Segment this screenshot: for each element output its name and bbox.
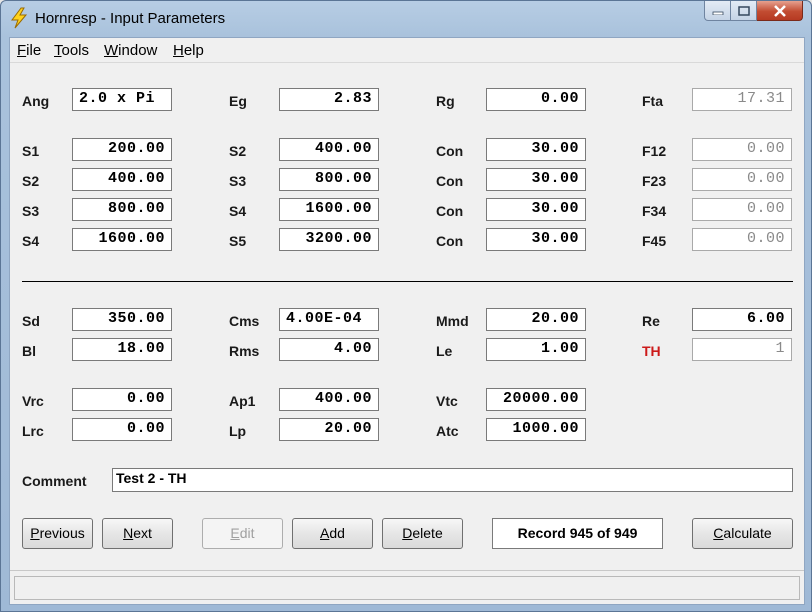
- add-button[interactable]: Add: [292, 518, 373, 549]
- field-s2[interactable]: 400.00: [72, 168, 172, 191]
- field-ang[interactable]: 2.0 x Pi: [72, 88, 172, 111]
- label-s3: S3: [22, 203, 40, 219]
- menu-bar: File Tools Window Help: [10, 38, 804, 63]
- field-con-1[interactable]: 30.00: [486, 138, 586, 161]
- field-bl[interactable]: 18.00: [72, 338, 172, 361]
- label-con-1: Con: [436, 143, 464, 159]
- maximize-icon: [737, 5, 750, 16]
- label-s5: S5: [229, 233, 247, 249]
- label-s2-right: S2: [229, 143, 247, 159]
- field-lp[interactable]: 20.00: [279, 418, 379, 441]
- maximize-button[interactable]: [731, 1, 757, 21]
- label-th: TH: [642, 343, 661, 359]
- menu-help[interactable]: Help: [173, 42, 204, 59]
- label-con-3: Con: [436, 203, 464, 219]
- record-indicator: Record 945 of 949: [492, 518, 663, 549]
- window-title: Hornresp - Input Parameters: [35, 10, 226, 27]
- lightning-bolt-icon: [9, 7, 29, 29]
- label-f12: F12: [642, 143, 667, 159]
- next-button[interactable]: Next: [102, 518, 173, 549]
- statusbar-separator: [10, 570, 804, 571]
- label-rms: Rms: [229, 343, 260, 359]
- minimize-icon: [712, 11, 723, 15]
- app-window: Hornresp - Input Parameters File Tools W…: [0, 0, 812, 612]
- field-s5[interactable]: 3200.00: [279, 228, 379, 251]
- close-button[interactable]: [757, 1, 803, 21]
- field-s3-right[interactable]: 800.00: [279, 168, 379, 191]
- label-s1: S1: [22, 143, 40, 159]
- label-atc: Atc: [436, 423, 459, 439]
- field-vrc[interactable]: 0.00: [72, 388, 172, 411]
- label-cms: Cms: [229, 313, 260, 329]
- field-con-4[interactable]: 30.00: [486, 228, 586, 251]
- label-vtc: Vtc: [436, 393, 458, 409]
- calculate-button[interactable]: Calculate: [692, 518, 793, 549]
- label-mmd: Mmd: [436, 313, 469, 329]
- field-eg[interactable]: 2.83: [279, 88, 379, 111]
- delete-button[interactable]: Delete: [382, 518, 463, 549]
- field-mmd[interactable]: 20.00: [486, 308, 586, 331]
- field-rg[interactable]: 0.00: [486, 88, 586, 111]
- label-lp: Lp: [229, 423, 247, 439]
- field-sd[interactable]: 350.00: [72, 308, 172, 331]
- label-f23: F23: [642, 173, 667, 189]
- label-eg: Eg: [229, 93, 247, 109]
- field-cms[interactable]: 4.00E-04: [279, 308, 379, 331]
- field-f23: 0.00: [692, 168, 792, 191]
- label-s3-right: S3: [229, 173, 247, 189]
- menu-window[interactable]: Window: [104, 42, 157, 59]
- label-s2: S2: [22, 173, 40, 189]
- field-f12: 0.00: [692, 138, 792, 161]
- status-bar: [14, 576, 800, 600]
- field-f34: 0.00: [692, 198, 792, 221]
- section-divider: [22, 281, 793, 282]
- client-area: File Tools Window Help Ang 2.0 x Pi Eg 2…: [9, 37, 805, 605]
- label-le: Le: [436, 343, 453, 359]
- caption-buttons: [704, 1, 803, 23]
- field-fta: 17.31: [692, 88, 792, 111]
- field-s2-right[interactable]: 400.00: [279, 138, 379, 161]
- label-ap1: Ap1: [229, 393, 256, 409]
- previous-button[interactable]: Previous: [22, 518, 93, 549]
- label-ang: Ang: [22, 93, 50, 109]
- label-lrc: Lrc: [22, 423, 44, 439]
- label-s4: S4: [22, 233, 40, 249]
- field-f45: 0.00: [692, 228, 792, 251]
- close-icon: [773, 4, 786, 17]
- menu-file[interactable]: File: [17, 42, 41, 59]
- field-ap1[interactable]: 400.00: [279, 388, 379, 411]
- field-le[interactable]: 1.00: [486, 338, 586, 361]
- label-rg: Rg: [436, 93, 455, 109]
- label-vrc: Vrc: [22, 393, 44, 409]
- minimize-button[interactable]: [704, 1, 731, 21]
- field-s3[interactable]: 800.00: [72, 198, 172, 221]
- comment-field[interactable]: Test 2 - TH: [112, 468, 793, 492]
- field-vtc[interactable]: 20000.00: [486, 388, 586, 411]
- field-atc[interactable]: 1000.00: [486, 418, 586, 441]
- field-s4-right[interactable]: 1600.00: [279, 198, 379, 221]
- title-bar[interactable]: Hornresp - Input Parameters: [1, 1, 811, 35]
- menu-tools[interactable]: Tools: [54, 42, 89, 59]
- label-comment: Comment: [22, 473, 87, 489]
- label-f34: F34: [642, 203, 667, 219]
- field-re[interactable]: 6.00: [692, 308, 792, 331]
- label-s4-right: S4: [229, 203, 247, 219]
- label-bl: Bl: [22, 343, 36, 359]
- label-re: Re: [642, 313, 660, 329]
- field-s4[interactable]: 1600.00: [72, 228, 172, 251]
- field-lrc[interactable]: 0.00: [72, 418, 172, 441]
- field-con-3[interactable]: 30.00: [486, 198, 586, 221]
- label-con-2: Con: [436, 173, 464, 189]
- label-con-4: Con: [436, 233, 464, 249]
- edit-button[interactable]: Edit: [202, 518, 283, 549]
- field-th: 1: [692, 338, 792, 361]
- field-con-2[interactable]: 30.00: [486, 168, 586, 191]
- label-sd: Sd: [22, 313, 40, 329]
- field-rms[interactable]: 4.00: [279, 338, 379, 361]
- label-fta: Fta: [642, 93, 663, 109]
- field-s1[interactable]: 200.00: [72, 138, 172, 161]
- label-f45: F45: [642, 233, 667, 249]
